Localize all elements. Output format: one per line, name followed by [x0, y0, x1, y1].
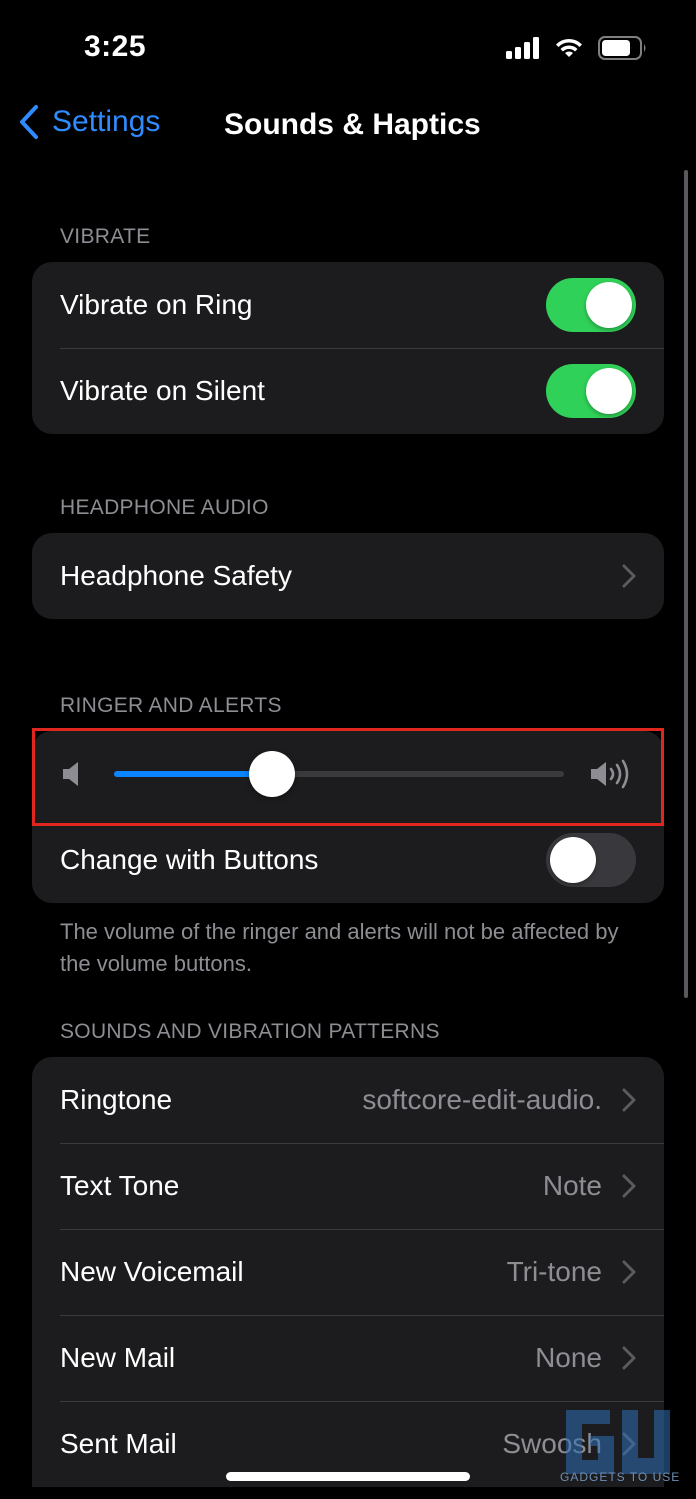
row-label: Vibrate on Ring: [60, 289, 253, 320]
row-label: Ringtone: [60, 1084, 173, 1115]
section-header-sounds-patterns: SOUNDS AND VIBRATION PATTERNS: [60, 1020, 440, 1043]
change-with-buttons-row[interactable]: Change with Buttons: [32, 817, 664, 903]
vibrate-on-ring-row[interactable]: Vibrate on Ring: [32, 262, 664, 348]
back-label: Settings: [52, 105, 161, 138]
vibrate-on-silent-toggle[interactable]: [546, 364, 636, 418]
row-label: Vibrate on Silent: [60, 375, 265, 406]
slider-fill: [114, 771, 272, 777]
nav-bar: Settings Sounds & Haptics: [0, 96, 696, 160]
row-value: Note: [542, 1170, 602, 1201]
row-label: Text Tone: [60, 1170, 180, 1201]
vibrate-on-ring-toggle[interactable]: [546, 278, 636, 332]
status-icons: [506, 36, 648, 60]
row-value: Tri-tone: [506, 1256, 602, 1287]
toggle-knob: [586, 368, 632, 414]
vibrate-group: Vibrate on Ring Vibrate on Silent: [32, 262, 664, 434]
section-header-headphone-audio: HEADPHONE AUDIO: [60, 496, 269, 519]
row-label: New Mail: [60, 1342, 176, 1373]
chevron-right-icon: [622, 1260, 636, 1284]
speaker-high-icon: [591, 759, 629, 789]
row-label: Change with Buttons: [60, 844, 319, 875]
new-mail-row[interactable]: New Mail None: [32, 1315, 664, 1401]
section-header-ringer-alerts: RINGER AND ALERTS: [60, 694, 282, 717]
status-time: 3:25: [84, 30, 147, 63]
ringtone-row[interactable]: Ringtone softcore-edit-audio.: [32, 1057, 664, 1143]
status-bar: 3:25: [0, 0, 696, 96]
toggle-knob: [550, 837, 596, 883]
chevron-right-icon: [622, 1346, 636, 1370]
row-value: None: [535, 1342, 602, 1373]
back-chevron-icon: [20, 105, 38, 139]
text-tone-row[interactable]: Text Tone Note: [32, 1143, 664, 1229]
speaker-low-icon: [63, 762, 78, 786]
home-indicator[interactable]: [226, 1472, 470, 1481]
row-label: Headphone Safety: [60, 560, 292, 591]
new-voicemail-row[interactable]: New Voicemail Tri-tone: [32, 1229, 664, 1315]
chevron-right-icon: [622, 1088, 636, 1112]
headphone-group: Headphone Safety: [32, 533, 664, 619]
change-with-buttons-toggle[interactable]: [546, 833, 636, 887]
scroll-indicator[interactable]: [684, 170, 688, 998]
battery-icon: [598, 36, 646, 60]
slider-thumb[interactable]: [248, 751, 295, 797]
ringer-group: Change with Buttons: [32, 731, 664, 903]
row-value: softcore-edit-audio.: [362, 1084, 602, 1115]
section-header-vibrate: VIBRATE: [60, 225, 151, 248]
ringer-volume-slider-row: [32, 731, 664, 817]
watermark-text: GADGETS TO USE: [560, 1470, 681, 1484]
chevron-right-icon: [622, 1174, 636, 1198]
ringer-footnote: The volume of the ringer and alerts will…: [60, 919, 619, 976]
toggle-knob: [586, 282, 632, 328]
headphone-safety-row[interactable]: Headphone Safety: [32, 533, 664, 619]
row-label: Sent Mail: [60, 1428, 177, 1459]
signal-icon: [506, 37, 539, 59]
ringer-volume-slider[interactable]: [114, 751, 564, 797]
chevron-right-icon: [622, 564, 636, 588]
wifi-icon: [556, 38, 582, 57]
row-label: New Voicemail: [60, 1256, 244, 1287]
vibrate-on-silent-row[interactable]: Vibrate on Silent: [32, 348, 664, 434]
page-title: Sounds & Haptics: [224, 108, 481, 141]
back-button[interactable]: Settings: [18, 104, 160, 140]
